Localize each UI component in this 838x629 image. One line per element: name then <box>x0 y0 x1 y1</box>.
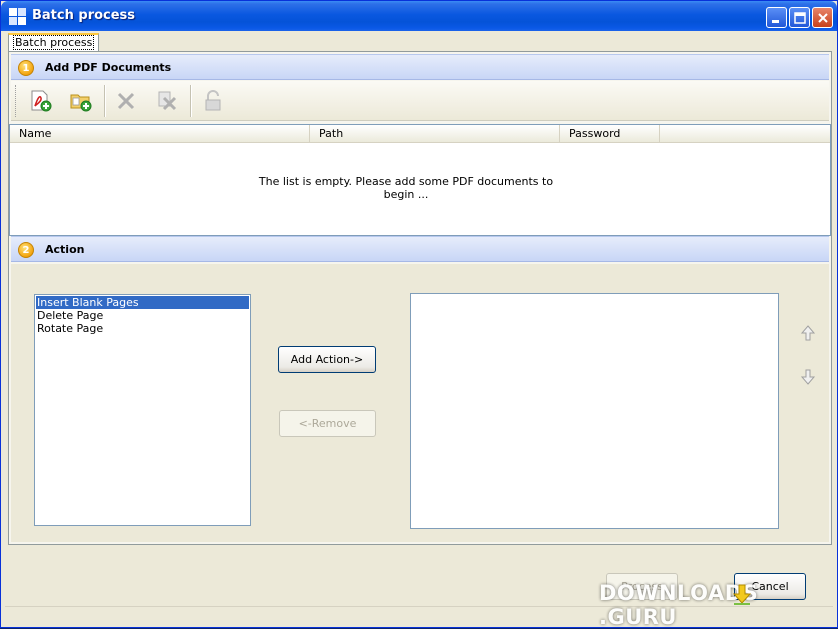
delete-icon <box>117 92 135 110</box>
step-badge-2: 2 <box>18 242 34 258</box>
section-title: Add PDF Documents <box>45 61 172 74</box>
list-item-insert-blank-pages[interactable]: Insert Blank Pages <box>36 296 249 309</box>
toolbar-grip[interactable] <box>15 85 18 117</box>
remove-all-icon <box>158 91 177 111</box>
empty-list-message: The list is empty. Please add some PDF d… <box>258 175 554 201</box>
move-up-icon[interactable] <box>799 324 817 342</box>
toolbar-separator <box>104 85 106 117</box>
move-down-icon[interactable] <box>799 368 817 386</box>
section-add-pdf-header: 1 Add PDF Documents <box>11 54 829 80</box>
action-area: Insert Blank Pages Delete Page Rotate Pa… <box>11 264 829 542</box>
batch-process-window: Batch process Batch process 1 Add PDF Do… <box>0 0 838 629</box>
add-action-button[interactable]: Add Action-> <box>278 346 376 373</box>
add-pdf-button[interactable] <box>27 87 55 115</box>
delete-button[interactable] <box>112 87 140 115</box>
tab-batch-process[interactable]: Batch process <box>8 33 100 51</box>
watermark-suffix: .GURU <box>599 605 677 629</box>
maximize-icon <box>794 12 806 24</box>
section-title: Action <box>45 243 85 256</box>
maximize-button[interactable] <box>789 7 810 28</box>
close-icon <box>818 13 828 23</box>
list-column-header: Name Path Password <box>10 125 830 143</box>
minimize-button[interactable] <box>766 7 787 28</box>
main-panel: 1 Add PDF Documents Name Path Password T… <box>8 51 832 545</box>
tab-label: Batch process <box>13 35 95 50</box>
close-button[interactable] <box>812 7 833 28</box>
available-actions-list[interactable]: Insert Blank Pages Delete Page Rotate Pa… <box>34 294 251 526</box>
pdf-document-list[interactable]: Name Path Password The list is empty. Pl… <box>9 124 831 236</box>
remove-action-button[interactable]: <-Remove <box>279 410 376 437</box>
tab-strip: Batch process <box>5 31 835 51</box>
document-toolbar <box>11 81 829 121</box>
app-icon <box>9 8 26 25</box>
section-action-header: 2 Action <box>11 236 829 262</box>
unlock-icon <box>205 90 221 111</box>
unlock-button[interactable] <box>199 87 227 115</box>
remove-all-button[interactable] <box>153 87 181 115</box>
toolbar-separator <box>190 85 192 117</box>
selected-actions-list[interactable] <box>410 293 779 529</box>
list-item-delete-page[interactable]: Delete Page <box>36 309 249 322</box>
downloads-guru-watermark: DOWNLOADS.GURU <box>599 581 837 629</box>
add-pdf-icon <box>31 90 52 112</box>
minimize-icon <box>772 20 779 23</box>
column-path[interactable]: Path <box>310 125 560 143</box>
column-password[interactable]: Password <box>560 125 660 143</box>
column-name[interactable]: Name <box>10 125 310 143</box>
title-bar[interactable]: Batch process <box>1 1 837 31</box>
download-arrow-icon <box>732 584 752 605</box>
window-title: Batch process <box>32 8 136 23</box>
list-item-rotate-page[interactable]: Rotate Page <box>36 322 249 335</box>
add-folder-icon <box>70 94 92 112</box>
step-badge-1: 1 <box>18 60 34 76</box>
add-folder-button[interactable] <box>67 87 95 115</box>
